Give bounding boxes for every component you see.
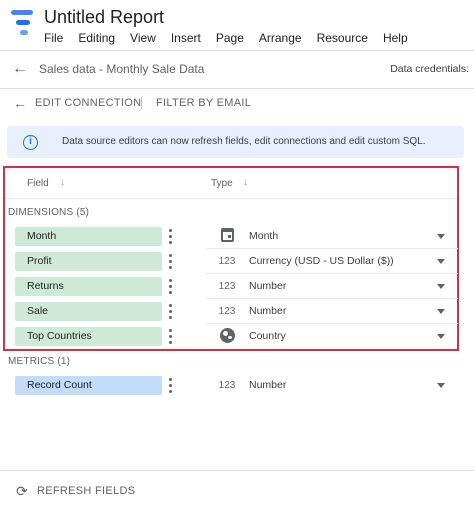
column-header-divider <box>5 198 457 199</box>
menu-insert[interactable]: Insert <box>171 31 201 45</box>
filter-by-email-button[interactable]: FILTER BY EMAIL <box>156 97 251 109</box>
field-row-sale: Sale 123 Number <box>0 299 474 324</box>
info-banner: i Data source editors can now refresh fi… <box>7 126 464 158</box>
dimensions-section-label: DIMENSIONS (5) <box>8 207 90 218</box>
field-type-label[interactable]: Number <box>249 280 286 292</box>
menu-bar: File Editing View Insert Page Arrange Re… <box>44 31 408 45</box>
footer-divider <box>0 470 474 471</box>
number-type-icon: 123 <box>218 256 236 267</box>
field-row-profit: Profit 123 Currency (USD - US Dollar ($)… <box>0 249 474 274</box>
field-row-month: Month Month <box>0 224 474 249</box>
app-header: Untitled Report File Editing View Insert… <box>0 0 474 50</box>
field-chip[interactable]: Top Countries <box>15 327 162 346</box>
number-type-icon: 123 <box>218 281 236 292</box>
field-column-header[interactable]: Field <box>27 178 49 189</box>
more-vert-icon[interactable] <box>168 278 174 295</box>
more-vert-icon[interactable] <box>168 253 174 270</box>
field-type-label[interactable]: Country <box>249 330 286 342</box>
report-title[interactable]: Untitled Report <box>44 7 164 28</box>
edit-connection-button[interactable]: EDIT CONNECTION <box>35 97 141 109</box>
menu-page[interactable]: Page <box>216 31 244 45</box>
metrics-section-label: METRICS (1) <box>8 356 71 367</box>
more-vert-icon[interactable] <box>168 328 174 345</box>
field-row-top-countries: Top Countries Country <box>0 324 474 349</box>
metric-chip[interactable]: Record Count <box>15 376 162 395</box>
chevron-down-icon[interactable] <box>437 284 445 289</box>
field-chip[interactable]: Profit <box>15 252 162 271</box>
data-studio-logo-icon[interactable] <box>11 10 33 36</box>
info-icon: i <box>23 135 38 150</box>
action-row: ← EDIT CONNECTION FILTER BY EMAIL <box>0 92 474 116</box>
type-column-header[interactable]: Type <box>211 178 233 189</box>
more-vert-icon[interactable] <box>168 303 174 320</box>
edit-connection-arrow-icon: ← <box>13 95 27 111</box>
action-separator <box>141 97 142 109</box>
refresh-fields-button[interactable]: REFRESH FIELDS <box>37 485 135 497</box>
chevron-down-icon[interactable] <box>437 309 445 314</box>
field-chip[interactable]: Sale <box>15 302 162 321</box>
field-row-record-count: Record Count 123 Number <box>0 373 474 398</box>
field-type-label[interactable]: Currency (USD - US Dollar ($)) <box>249 255 394 267</box>
data-source-divider <box>0 88 474 89</box>
calendar-icon <box>221 228 234 242</box>
menu-view[interactable]: View <box>130 31 156 45</box>
menu-editing[interactable]: Editing <box>78 31 115 45</box>
field-type-label[interactable]: Number <box>249 379 286 391</box>
refresh-icon[interactable]: ⟳ <box>16 484 28 498</box>
field-row-returns: Returns 123 Number <box>0 274 474 299</box>
menu-file[interactable]: File <box>44 31 63 45</box>
type-sort-arrow-icon[interactable]: ↓ <box>243 176 249 188</box>
chevron-down-icon[interactable] <box>437 259 445 264</box>
chevron-down-icon[interactable] <box>437 234 445 239</box>
field-chip[interactable]: Returns <box>15 277 162 296</box>
back-arrow-icon[interactable]: ← <box>12 61 28 77</box>
field-type-label[interactable]: Number <box>249 305 286 317</box>
number-type-icon: 123 <box>218 380 236 391</box>
data-source-title: Sales data - Monthly Sale Data <box>39 62 205 76</box>
chevron-down-icon[interactable] <box>437 383 445 388</box>
field-type-label[interactable]: Month <box>249 230 278 242</box>
more-vert-icon[interactable] <box>168 377 174 394</box>
chevron-down-icon[interactable] <box>437 334 445 339</box>
menu-help[interactable]: Help <box>383 31 408 45</box>
header-divider <box>0 50 474 51</box>
data-credentials-label[interactable]: Data credentials: <box>390 63 469 75</box>
info-banner-text: Data source editors can now refresh fiel… <box>62 136 426 147</box>
menu-resource[interactable]: Resource <box>317 31 368 45</box>
globe-icon <box>220 328 235 343</box>
menu-arrange[interactable]: Arrange <box>259 31 302 45</box>
more-vert-icon[interactable] <box>168 228 174 245</box>
number-type-icon: 123 <box>218 306 236 317</box>
field-chip[interactable]: Month <box>15 227 162 246</box>
field-sort-arrow-icon[interactable]: ↓ <box>60 176 66 188</box>
